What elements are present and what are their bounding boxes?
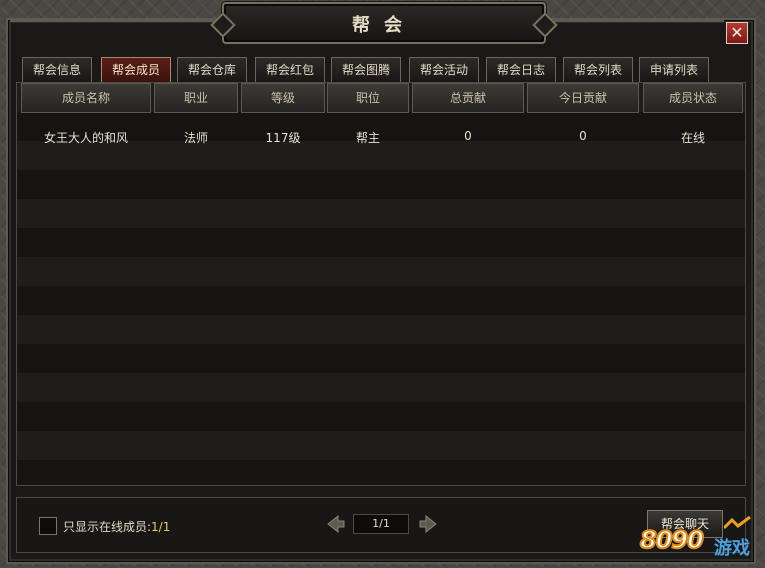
close-button[interactable]: ✕	[726, 22, 748, 44]
tab-guild-totem[interactable]: 帮会图腾	[331, 57, 401, 82]
column-header-name[interactable]: 成员名称	[21, 83, 151, 113]
member-table: 成员名称 职业 等级 职位 总贡献 今日贡献 成员状态 女王大人的和风 法师 1…	[16, 82, 746, 486]
prev-page-button[interactable]	[325, 513, 347, 535]
column-header-today-contribution[interactable]: 今日贡献	[527, 83, 639, 113]
online-only-text: 只显示在线成员:	[63, 520, 152, 534]
tab-guild-log[interactable]: 帮会日志	[486, 57, 556, 82]
spark-icon	[724, 516, 751, 530]
member-class: 法师	[183, 131, 208, 145]
online-only-label: 只显示在线成员:1/1	[63, 518, 170, 535]
column-header-class[interactable]: 职业	[154, 83, 238, 113]
member-position: 帮主	[355, 131, 380, 145]
column-header-position[interactable]: 职位	[327, 83, 409, 113]
column-header-level[interactable]: 等级	[241, 83, 325, 113]
window-title: 帮会	[352, 15, 416, 36]
member-total-contribution: 0	[464, 129, 472, 143]
tab-guild-members[interactable]: 帮会成员	[101, 57, 171, 82]
arrow-right-icon	[419, 514, 437, 534]
tab-guild-list[interactable]: 帮会列表	[563, 57, 633, 82]
watermark-text: 游戏	[714, 538, 750, 559]
title-rule-left	[10, 20, 220, 22]
member-today-contribution: 0	[579, 129, 587, 143]
column-header-total-contribution[interactable]: 总贡献	[412, 83, 524, 113]
title-plaque: 帮会	[222, 2, 546, 44]
member-name: 女王大人的和风	[43, 131, 128, 145]
member-status: 在线	[680, 131, 705, 145]
member-level: 117级	[265, 131, 301, 145]
tab-application-list[interactable]: 申请列表	[639, 57, 709, 82]
tab-guild-red-packet[interactable]: 帮会红包	[255, 57, 325, 82]
tab-guild-info[interactable]: 帮会信息	[22, 57, 92, 82]
next-page-button[interactable]	[417, 513, 439, 535]
online-only-checkbox[interactable]	[39, 517, 57, 535]
tab-guild-activity[interactable]: 帮会活动	[409, 57, 479, 82]
column-header-status[interactable]: 成员状态	[643, 83, 743, 113]
page-indicator: 1/1	[353, 514, 409, 534]
tab-guild-warehouse[interactable]: 帮会仓库	[177, 57, 247, 82]
close-icon: ✕	[730, 23, 744, 42]
site-watermark-logo: 8090 游戏	[636, 514, 760, 562]
title-rule-right	[546, 20, 724, 22]
online-count: 1/1	[151, 520, 171, 534]
watermark-number: 8090	[639, 525, 705, 555]
arrow-left-icon	[327, 514, 345, 534]
